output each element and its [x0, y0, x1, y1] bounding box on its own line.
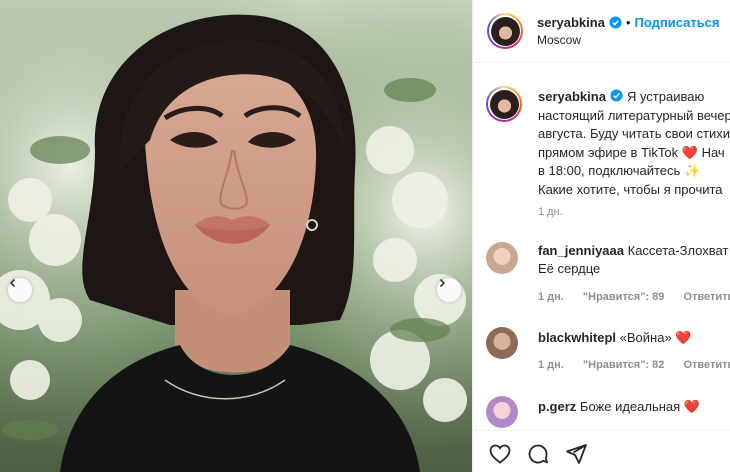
- comment-meta: 1 дн. "Нравится": 82 Ответить: [538, 359, 730, 371]
- comment-item: p.gerz Боже идеальная ❤️: [486, 396, 730, 428]
- speech-bubble-icon[interactable]: [526, 442, 550, 466]
- caption-time[interactable]: 1 дн.: [538, 206, 563, 218]
- sparkles-emoji-icon: ✨: [683, 163, 701, 178]
- next-photo-button[interactable]: [437, 278, 461, 302]
- post-actions: [488, 442, 588, 466]
- actions-divider: [472, 430, 730, 431]
- caption-username[interactable]: seryabkina: [538, 89, 606, 104]
- post-photo[interactable]: [0, 0, 472, 472]
- heart-emoji-icon: ❤️: [683, 399, 701, 414]
- caption-line: прямом эфире в TikTok: [538, 144, 679, 160]
- instagram-post-view: seryabkina • Подписаться Moscow seryabki…: [0, 0, 730, 472]
- commenter-avatar[interactable]: [486, 242, 518, 274]
- chevron-left-icon: [9, 278, 16, 288]
- portrait-illustration: [0, 0, 472, 472]
- reply-button[interactable]: Ответить: [683, 359, 730, 371]
- comment-text: Боже идеальная: [579, 399, 681, 414]
- comment-item: blackwhitepl «Война» ❤️: [486, 327, 730, 359]
- caption-line: августа. Буду читать свои стихи: [538, 126, 730, 141]
- comment-username[interactable]: p.gerz: [538, 399, 576, 414]
- reply-button[interactable]: Ответить: [683, 291, 730, 303]
- comment-text: «Война»: [619, 330, 672, 345]
- commenter-avatar[interactable]: [486, 327, 518, 359]
- caption-block: [486, 86, 522, 122]
- paper-plane-icon[interactable]: [564, 442, 588, 466]
- follow-button[interactable]: Подписаться: [635, 15, 720, 30]
- comment-likes[interactable]: "Нравится": 89: [583, 291, 664, 303]
- prev-photo-button[interactable]: [8, 278, 32, 302]
- heart-outline-icon[interactable]: [488, 442, 512, 466]
- chevron-right-icon: [439, 278, 446, 288]
- commenter-avatar[interactable]: [486, 396, 518, 428]
- author-avatar[interactable]: [487, 13, 523, 49]
- heart-emoji-icon: ❤️: [681, 144, 698, 160]
- comment-time[interactable]: 1 дн.: [538, 291, 564, 303]
- heart-emoji-icon: ❤️: [675, 330, 692, 345]
- caption-line: настоящий литературный вечер: [538, 107, 730, 123]
- caption-avatar[interactable]: [486, 86, 522, 122]
- caption-line: в 18:00, подключайтесь: [538, 163, 681, 178]
- verified-badge-icon: [610, 89, 623, 102]
- post-location[interactable]: Moscow: [537, 33, 720, 47]
- caption-line-tail: Нач: [701, 144, 725, 160]
- caption-text: seryabkina Я устраиваю настоящий литерату…: [538, 88, 730, 199]
- comment-text: Кассета-Злохват: [627, 243, 729, 258]
- comment-item: fan_jenniyaaa Кассета-Злохват Её сердце: [486, 242, 730, 276]
- comment-text: Её сердце: [538, 261, 601, 276]
- verified-badge-icon: [609, 16, 622, 29]
- comment-username[interactable]: fan_jenniyaaa: [538, 243, 624, 258]
- caption-line: Я устраиваю: [626, 89, 705, 104]
- comment-likes[interactable]: "Нравится": 82: [583, 359, 664, 371]
- author-username[interactable]: seryabkina: [537, 15, 605, 30]
- post-header: seryabkina • Подписаться Moscow: [473, 0, 730, 63]
- comment-meta: 1 дн. "Нравится": 89 Ответить: [538, 291, 730, 303]
- caption-line: Какие хотите, чтобы я прочита: [538, 181, 723, 197]
- comment-username[interactable]: blackwhitepl: [538, 330, 616, 345]
- comment-time[interactable]: 1 дн.: [538, 359, 564, 371]
